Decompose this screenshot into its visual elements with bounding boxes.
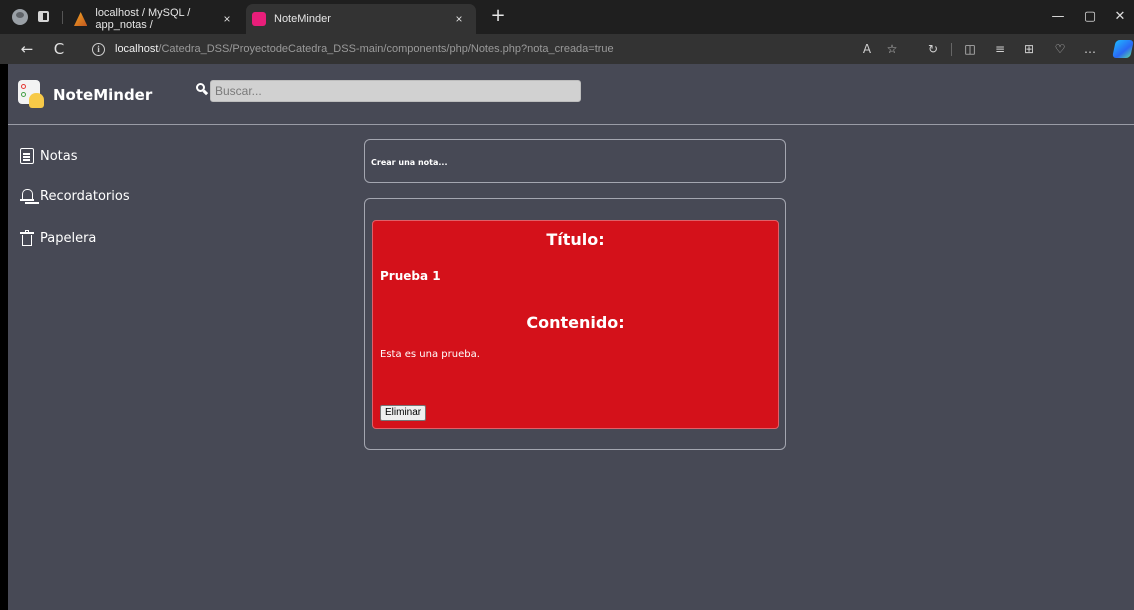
favorite-star-icon[interactable]: ☆ (884, 41, 900, 57)
minimize-button[interactable]: — (1048, 8, 1068, 26)
sidebar-item-label: Papelera (40, 230, 97, 246)
document-icon (20, 148, 34, 164)
note-card: Título: Prueba 1 Contenido: Esta es una … (372, 220, 779, 429)
more-options-icon[interactable]: … (1082, 41, 1098, 57)
logo-bell (29, 93, 44, 108)
note-title-label: Título: (546, 230, 605, 249)
create-note-prompt: Crear una nota... (371, 158, 448, 167)
browser-tab-bar: localhost / MySQL / app_notas / × NoteMi… (0, 0, 1134, 34)
split-screen-icon[interactable]: ◫ (962, 41, 978, 57)
tab-title: NoteMinder (274, 13, 331, 25)
delete-note-button[interactable]: Eliminar (380, 405, 427, 421)
note-content: Esta es una prueba. (380, 349, 480, 360)
url-path: /Catedra_DSS/ProyectodeCatedra_DSS-main/… (158, 43, 614, 55)
sidebar-item-label: Recordatorios (40, 188, 130, 204)
noteminder-favicon (252, 12, 266, 26)
sidebar-item-papelera[interactable]: Papelera (20, 230, 96, 246)
sidebar-item-notas[interactable]: Notas (20, 148, 78, 164)
toolbar-separator (951, 43, 952, 56)
close-window-button[interactable]: ✕ (1110, 8, 1130, 26)
sidebar-item-label: Notas (40, 148, 78, 164)
url-host: localhost (115, 43, 159, 55)
maximize-button[interactable]: ▢ (1080, 8, 1100, 26)
extensions-icon[interactable]: ↻ (925, 41, 941, 57)
tab-phpmyadmin[interactable]: localhost / MySQL / app_notas / × (74, 4, 244, 34)
refresh-button[interactable]: C (50, 40, 68, 58)
new-tab-button[interactable]: + (488, 6, 508, 26)
noteminder-logo (18, 80, 44, 108)
tab-close-icon[interactable]: × (220, 12, 234, 26)
search-icon (196, 83, 209, 95)
site-info-icon[interactable]: i (92, 42, 105, 56)
copilot-icon[interactable] (1112, 40, 1134, 58)
page-viewport: NoteMinder Notas Recordatorios Papelera … (8, 64, 1134, 610)
note-content-label: Contenido: (526, 313, 625, 332)
tab-close-icon[interactable]: × (452, 12, 466, 26)
collections-icon[interactable]: ⊞ (1021, 41, 1037, 57)
tab-separator (62, 11, 63, 24)
read-aloud-icon[interactable]: A (859, 41, 875, 57)
trash-icon (20, 230, 34, 246)
sidebar-item-recordatorios[interactable]: Recordatorios (20, 188, 130, 204)
header-divider (8, 124, 1134, 125)
search-icon-handle (202, 89, 209, 95)
back-button[interactable]: ← (18, 40, 36, 58)
create-note-box[interactable]: Crear una nota... (364, 139, 786, 183)
favorites-icon[interactable]: ≡ (992, 41, 1008, 57)
browser-address-bar: ← C i localhost /Catedra_DSS/ProyectodeC… (0, 34, 1134, 64)
search-input[interactable] (210, 80, 581, 102)
tab-actions-icon[interactable] (38, 11, 49, 22)
url-field[interactable]: i localhost /Catedra_DSS/ProyectodeCated… (84, 38, 908, 60)
logo-dot (21, 84, 26, 89)
phpmyadmin-icon (74, 12, 88, 26)
tab-noteminder[interactable]: NoteMinder × (246, 4, 476, 34)
browser-essentials-icon[interactable]: ♡ (1052, 41, 1068, 57)
note-title: Prueba 1 (380, 269, 441, 283)
notes-container: Título: Prueba 1 Contenido: Esta es una … (364, 198, 786, 450)
profile-avatar-icon[interactable] (12, 9, 28, 25)
bell-icon (20, 188, 34, 204)
brand-name: NoteMinder (53, 86, 153, 104)
logo-dot (21, 92, 26, 97)
